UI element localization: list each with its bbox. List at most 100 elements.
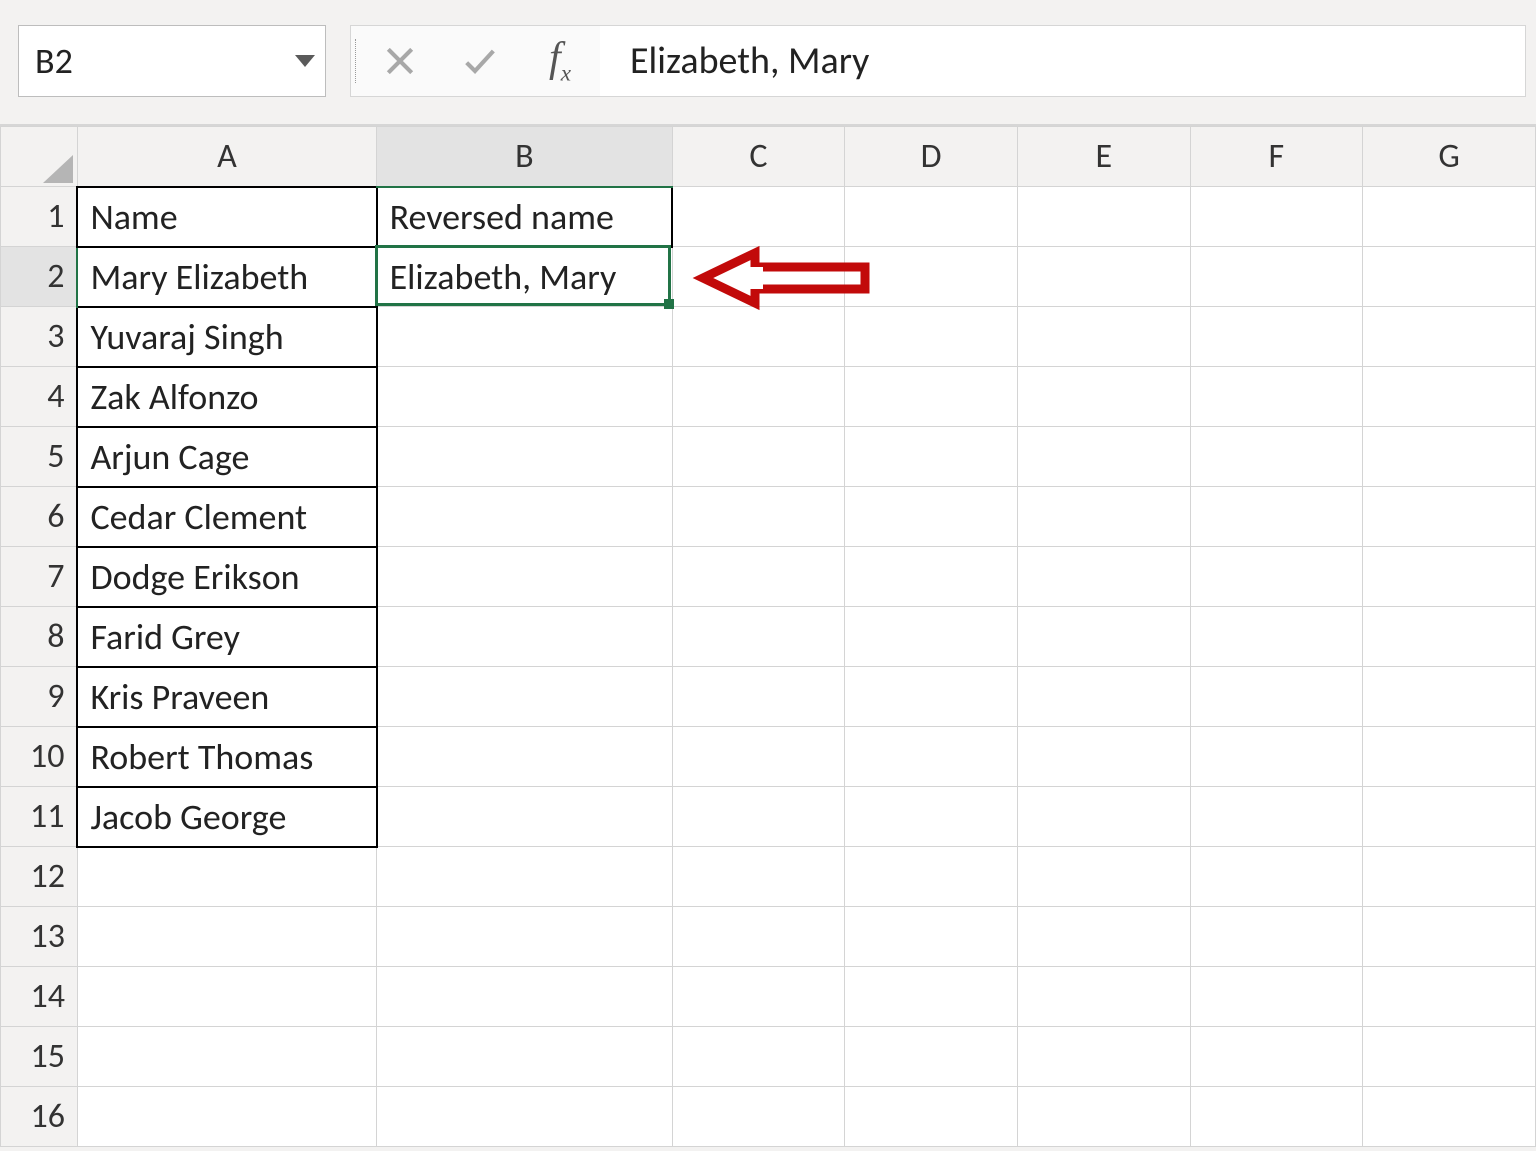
cell-F13[interactable] — [1190, 907, 1363, 967]
cell-C5[interactable] — [672, 427, 845, 487]
row-header-3[interactable]: 3 — [1, 307, 78, 367]
row-header-9[interactable]: 9 — [1, 667, 78, 727]
cell-F3[interactable] — [1190, 307, 1363, 367]
column-header-D[interactable]: D — [845, 127, 1018, 187]
cell-D10[interactable] — [845, 727, 1018, 787]
cell-B15[interactable] — [377, 1027, 673, 1087]
cell-E9[interactable] — [1018, 667, 1191, 727]
cell-C10[interactable] — [672, 727, 845, 787]
cell-B9[interactable] — [377, 667, 673, 727]
row-header-4[interactable]: 4 — [1, 367, 78, 427]
cell-C13[interactable] — [672, 907, 845, 967]
cell-A9[interactable]: Kris Praveen — [77, 667, 376, 727]
cell-E5[interactable] — [1018, 427, 1191, 487]
cell-C14[interactable] — [672, 967, 845, 1027]
cell-D13[interactable] — [845, 907, 1018, 967]
cell-F16[interactable] — [1190, 1087, 1363, 1147]
cell-C11[interactable] — [672, 787, 845, 847]
cell-B13[interactable] — [377, 907, 673, 967]
cell-A12[interactable] — [77, 847, 376, 907]
cell-E6[interactable] — [1018, 487, 1191, 547]
cell-F2[interactable] — [1190, 247, 1363, 307]
cell-B3[interactable] — [377, 307, 673, 367]
cell-G5[interactable] — [1363, 427, 1536, 487]
cell-D12[interactable] — [845, 847, 1018, 907]
cell-F15[interactable] — [1190, 1027, 1363, 1087]
cell-D11[interactable] — [845, 787, 1018, 847]
cell-B14[interactable] — [377, 967, 673, 1027]
cell-F8[interactable] — [1190, 607, 1363, 667]
row-header-16[interactable]: 16 — [1, 1087, 78, 1147]
cell-A11[interactable]: Jacob George — [77, 787, 376, 847]
cell-F4[interactable] — [1190, 367, 1363, 427]
cell-D15[interactable] — [845, 1027, 1018, 1087]
cell-B2[interactable]: Elizabeth, Mary — [377, 247, 673, 307]
cell-G8[interactable] — [1363, 607, 1536, 667]
name-box[interactable]: B2 — [18, 25, 326, 97]
row-header-6[interactable]: 6 — [1, 487, 78, 547]
cell-B11[interactable] — [377, 787, 673, 847]
cell-F5[interactable] — [1190, 427, 1363, 487]
enter-button[interactable] — [440, 26, 520, 96]
cell-D14[interactable] — [845, 967, 1018, 1027]
column-header-C[interactable]: C — [672, 127, 845, 187]
cell-F11[interactable] — [1190, 787, 1363, 847]
cell-G13[interactable] — [1363, 907, 1536, 967]
cell-G6[interactable] — [1363, 487, 1536, 547]
cell-A15[interactable] — [77, 1027, 376, 1087]
cell-E2[interactable] — [1018, 247, 1191, 307]
cell-G3[interactable] — [1363, 307, 1536, 367]
cell-D9[interactable] — [845, 667, 1018, 727]
row-header-10[interactable]: 10 — [1, 727, 78, 787]
cell-D4[interactable] — [845, 367, 1018, 427]
row-header-1[interactable]: 1 — [1, 187, 78, 247]
cell-A6[interactable]: Cedar Clement — [77, 487, 376, 547]
row-header-8[interactable]: 8 — [1, 607, 78, 667]
cell-G14[interactable] — [1363, 967, 1536, 1027]
cell-D3[interactable] — [845, 307, 1018, 367]
cell-G9[interactable] — [1363, 667, 1536, 727]
cell-A14[interactable] — [77, 967, 376, 1027]
insert-function-button[interactable]: fx — [520, 26, 600, 96]
cell-A13[interactable] — [77, 907, 376, 967]
row-header-14[interactable]: 14 — [1, 967, 78, 1027]
formula-input[interactable]: Elizabeth, Mary — [600, 25, 1526, 97]
cell-B6[interactable] — [377, 487, 673, 547]
cell-G4[interactable] — [1363, 367, 1536, 427]
cell-E16[interactable] — [1018, 1087, 1191, 1147]
cell-E1[interactable] — [1018, 187, 1191, 247]
cell-E8[interactable] — [1018, 607, 1191, 667]
cell-F12[interactable] — [1190, 847, 1363, 907]
cell-D1[interactable] — [845, 187, 1018, 247]
cell-E4[interactable] — [1018, 367, 1191, 427]
cell-E7[interactable] — [1018, 547, 1191, 607]
cell-F14[interactable] — [1190, 967, 1363, 1027]
cell-C4[interactable] — [672, 367, 845, 427]
cell-C1[interactable] — [672, 187, 845, 247]
column-header-A[interactable]: A — [77, 127, 376, 187]
cell-B12[interactable] — [377, 847, 673, 907]
cell-A8[interactable]: Farid Grey — [77, 607, 376, 667]
cell-D5[interactable] — [845, 427, 1018, 487]
row-header-2[interactable]: 2 — [1, 247, 78, 307]
cell-D16[interactable] — [845, 1087, 1018, 1147]
cell-A4[interactable]: Zak Alfonzo — [77, 367, 376, 427]
cell-A2[interactable]: Mary Elizabeth — [77, 247, 376, 307]
cell-E14[interactable] — [1018, 967, 1191, 1027]
column-header-B[interactable]: B — [377, 127, 673, 187]
row-header-11[interactable]: 11 — [1, 787, 78, 847]
cell-F7[interactable] — [1190, 547, 1363, 607]
select-all-corner[interactable] — [1, 127, 78, 187]
cell-B16[interactable] — [377, 1087, 673, 1147]
cell-G15[interactable] — [1363, 1027, 1536, 1087]
cell-C15[interactable] — [672, 1027, 845, 1087]
cell-F9[interactable] — [1190, 667, 1363, 727]
cell-B10[interactable] — [377, 727, 673, 787]
cell-E3[interactable] — [1018, 307, 1191, 367]
row-header-15[interactable]: 15 — [1, 1027, 78, 1087]
cancel-button[interactable] — [360, 26, 440, 96]
column-header-E[interactable]: E — [1018, 127, 1191, 187]
cell-F10[interactable] — [1190, 727, 1363, 787]
cell-A10[interactable]: Robert Thomas — [77, 727, 376, 787]
cell-D7[interactable] — [845, 547, 1018, 607]
